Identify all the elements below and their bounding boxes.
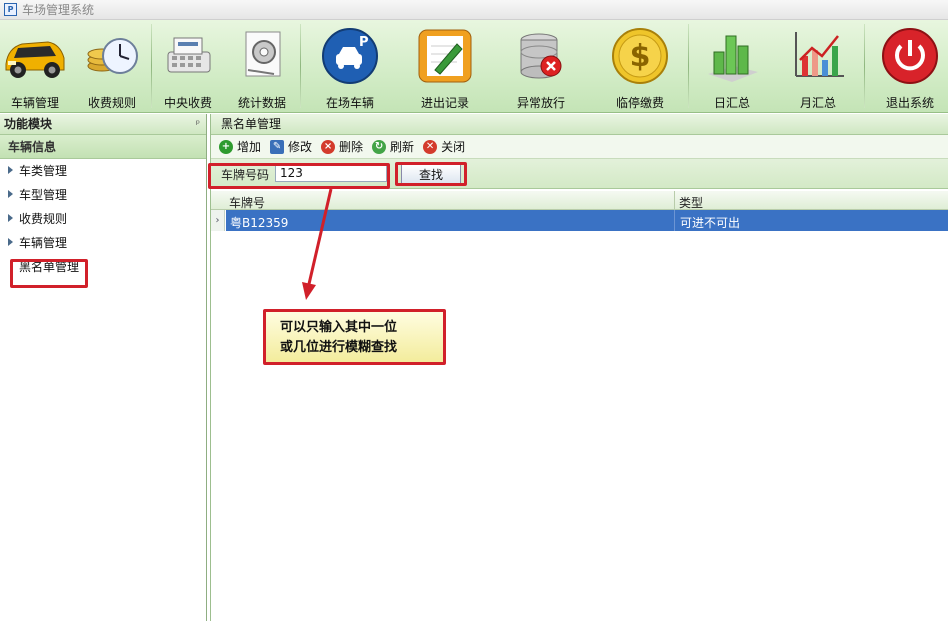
annotation-arrow — [302, 188, 333, 300]
callout-line-1: 可以只输入其中一位 — [280, 320, 398, 335]
callout-line-2: 或几位进行模糊查找 — [280, 340, 398, 355]
app-window: P 车场管理系统 车辆管理 收费规则 中央收费 统计数据 P 在场车辆 进出记录… — [0, 0, 948, 621]
annotation-callout: 可以只输入其中一位 或几位进行模糊查找 — [263, 309, 446, 365]
